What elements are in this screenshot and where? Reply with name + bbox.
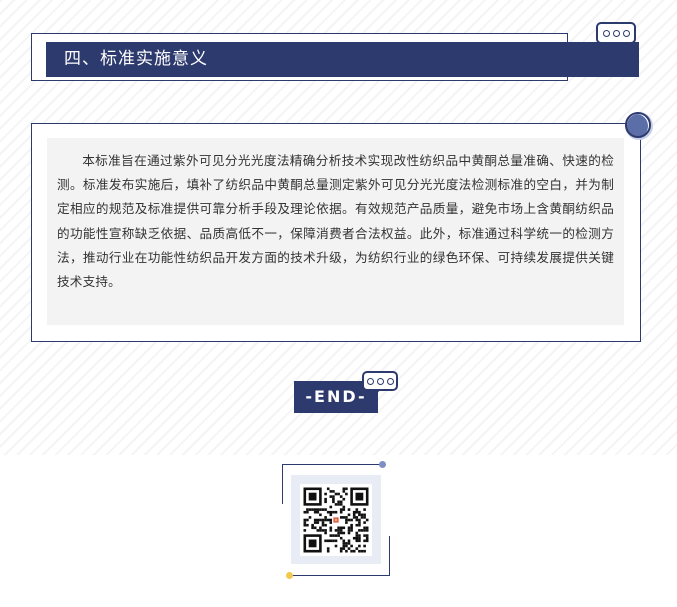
qr-frame-line	[282, 464, 382, 465]
bubble-dot	[386, 377, 394, 385]
qr-frame-dot	[379, 461, 386, 468]
speech-bubble-icon	[596, 22, 636, 49]
bubble-dot	[622, 29, 630, 37]
speech-bubble-icon	[362, 371, 398, 396]
qr-frame-line	[282, 464, 283, 504]
bubble-dot	[376, 377, 384, 385]
qr-frame-line	[290, 575, 390, 576]
decorative-circle-icon	[625, 112, 653, 140]
bubble-dot	[366, 377, 374, 385]
content-panel: 本标准旨在通过紫外可见分光光度法精确分析技术实现改性纺织品中黄酮总量准确、快速的…	[47, 138, 624, 325]
qr-code-icon[interactable]	[300, 484, 372, 556]
bubble-dot	[602, 29, 610, 37]
content-paragraph: 本标准旨在通过紫外可见分光光度法精确分析技术实现改性纺织品中黄酮总量准确、快速的…	[57, 153, 614, 290]
bubble-dot	[612, 29, 620, 37]
qr-frame-dot	[286, 572, 293, 579]
section-title: 四、标准实施意义	[46, 42, 639, 77]
qr-code-graphic	[303, 487, 369, 553]
qr-frame-line	[389, 536, 390, 576]
